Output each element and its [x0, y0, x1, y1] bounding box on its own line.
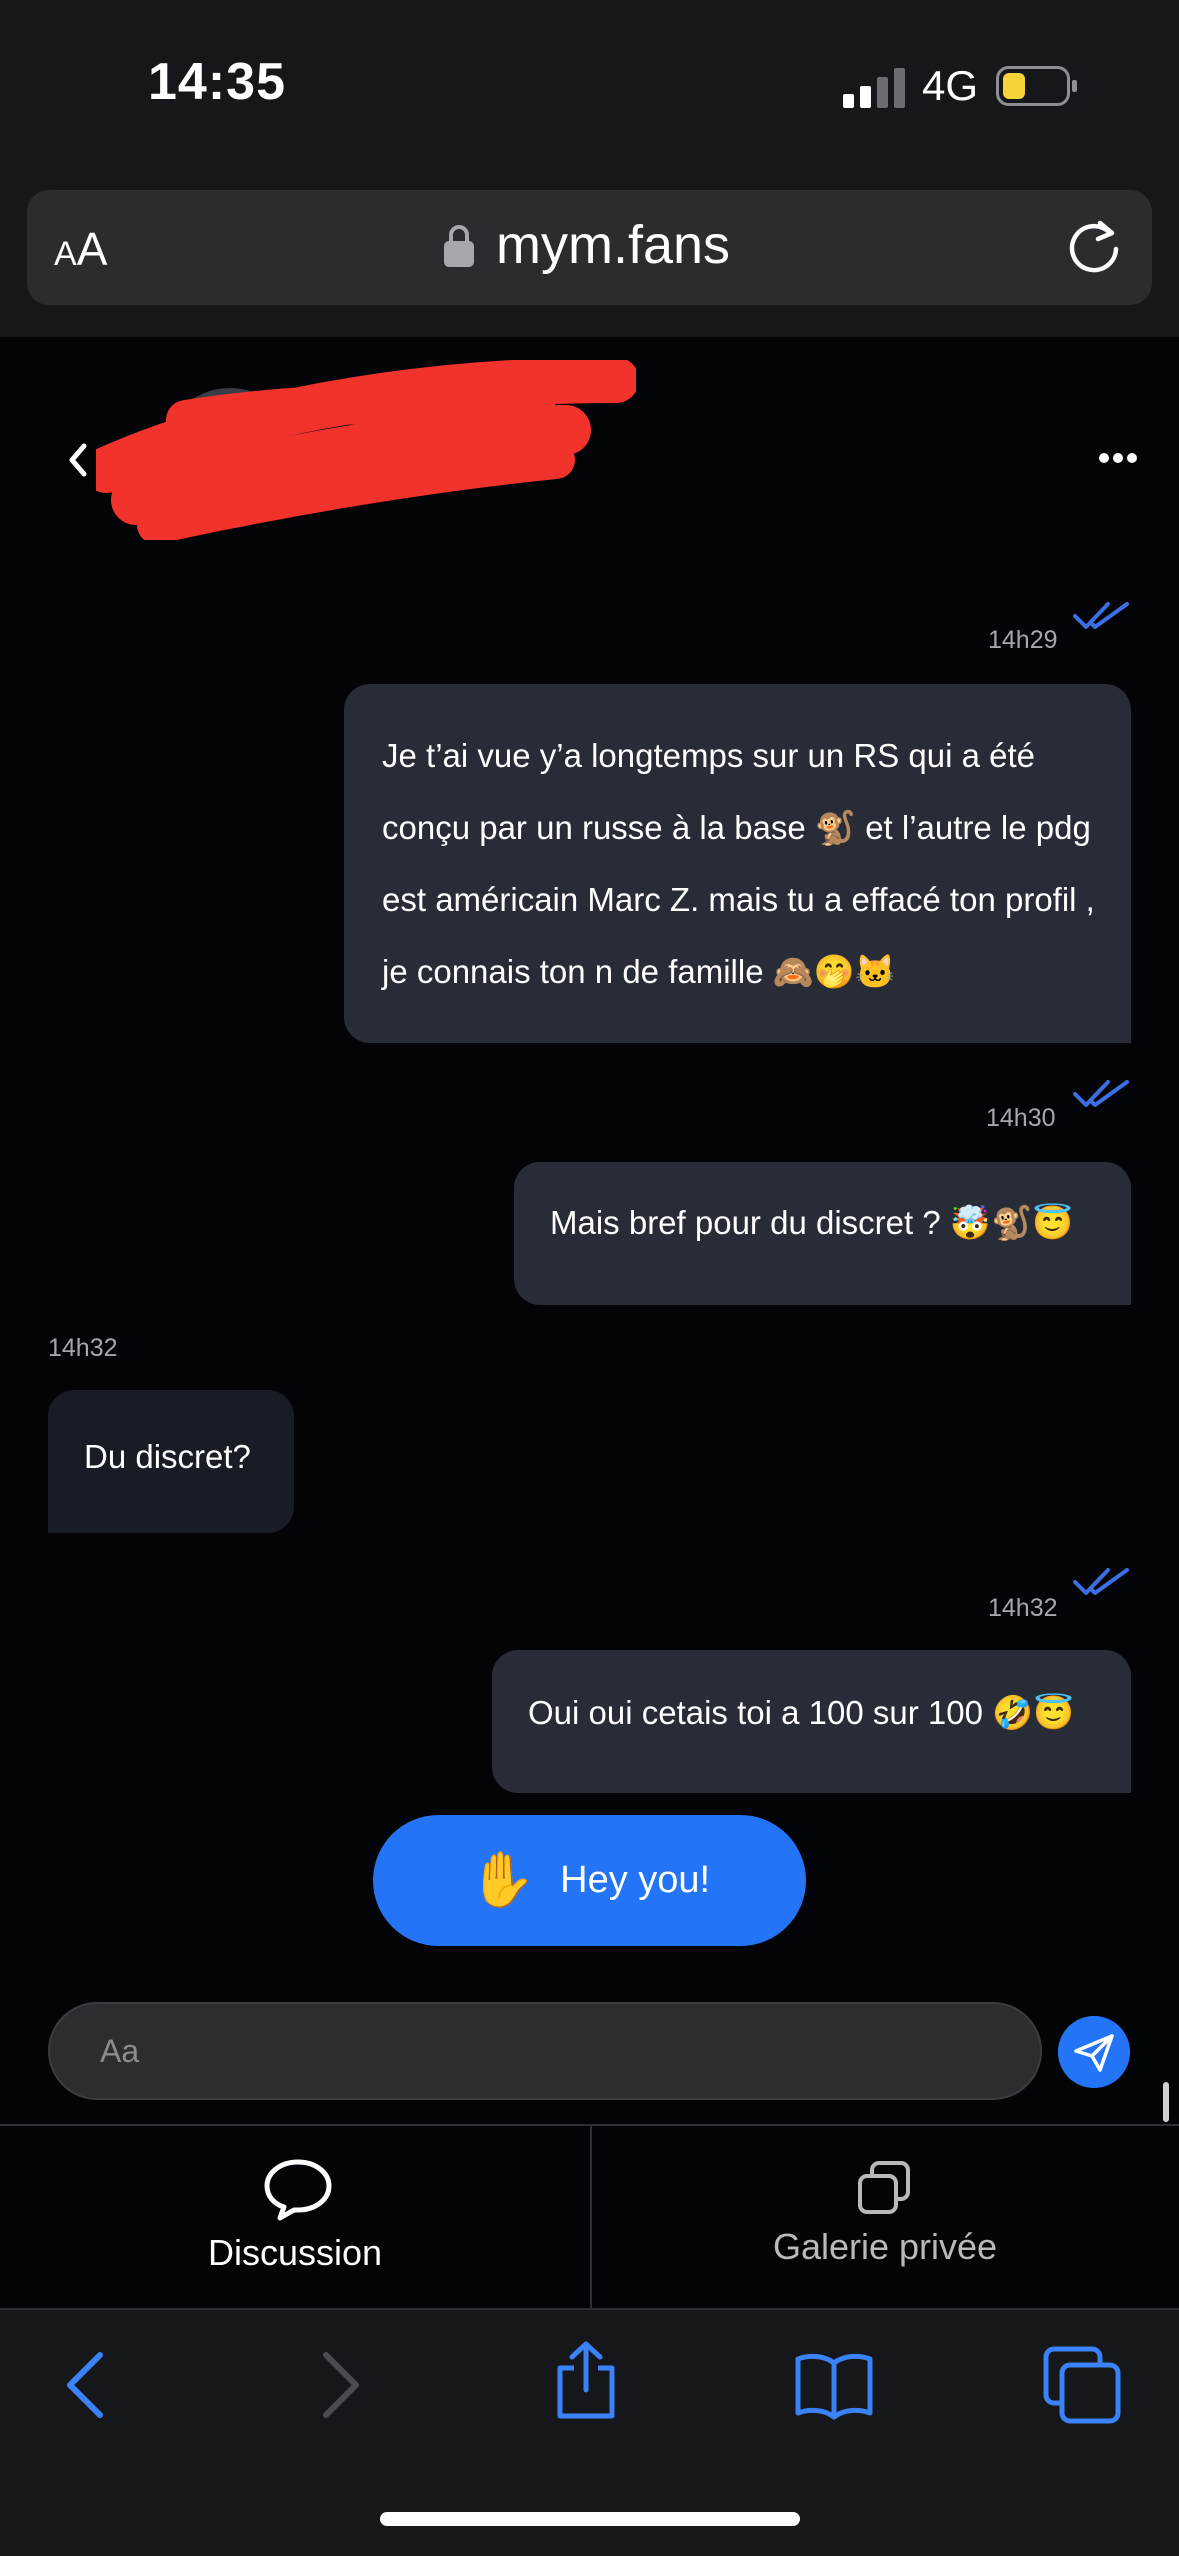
message-bubble-incoming[interactable]: Du discret? — [48, 1390, 294, 1533]
message-time: 14h32 — [988, 1594, 1058, 1622]
back-icon[interactable] — [46, 2345, 126, 2425]
network-type: 4G — [922, 62, 979, 109]
more-icon[interactable] — [1098, 448, 1138, 468]
text-size-large-label: A — [76, 223, 108, 275]
bookmarks-icon[interactable] — [794, 2345, 874, 2425]
scrollbar[interactable] — [1163, 2082, 1169, 2122]
share-icon[interactable] — [546, 2340, 626, 2420]
message-time: 14h30 — [986, 1104, 1056, 1132]
chat-bubble-icon[interactable] — [262, 2158, 334, 2222]
read-ticks-icon — [1073, 1568, 1129, 1595]
message-input[interactable] — [48, 2002, 1042, 2100]
url-text[interactable]: mym.fans — [496, 214, 730, 276]
message-bubble-outgoing[interactable]: Je t’ai vue y’a longtemps sur un RS qui … — [344, 684, 1131, 1043]
text-size-small-label: A — [54, 235, 77, 273]
raised-hand-icon: ✋ — [468, 1850, 537, 1910]
hey-you-button[interactable]: ✋ Hey you! — [373, 1815, 806, 1946]
message-time: 14h29 — [988, 626, 1058, 654]
redacted-contact-name — [96, 360, 636, 540]
copy-icon[interactable] — [856, 2160, 912, 2216]
message-bubble-outgoing[interactable]: Oui oui cetais toi a 100 sur 100 🤣😇 — [492, 1650, 1131, 1793]
status-time: 14:35 — [148, 53, 286, 111]
forward-icon[interactable] — [300, 2345, 380, 2425]
signal-icon — [843, 68, 905, 108]
tab-discussion[interactable]: Discussion — [0, 2232, 590, 2274]
tab-galerie-privee[interactable]: Galerie privée — [590, 2226, 1179, 2268]
hey-you-label: Hey you! — [560, 1859, 711, 1901]
battery-icon — [996, 66, 1077, 106]
reload-icon[interactable] — [1064, 217, 1124, 277]
text-size-button[interactable]: AA — [54, 222, 107, 276]
tabs-icon[interactable] — [1042, 2345, 1122, 2425]
read-ticks-icon — [1073, 1080, 1129, 1107]
read-ticks-icon — [1073, 602, 1129, 629]
message-time: 14h32 — [48, 1334, 118, 1362]
tab-divider — [590, 2126, 592, 2308]
message-bubble-outgoing[interactable]: Mais bref pour du discret ? 🤯🐒😇 — [514, 1162, 1131, 1305]
lock-icon — [444, 225, 474, 267]
home-indicator — [380, 2512, 800, 2526]
paper-plane-icon[interactable] — [1058, 2016, 1130, 2088]
chevron-left-icon[interactable] — [64, 436, 92, 484]
